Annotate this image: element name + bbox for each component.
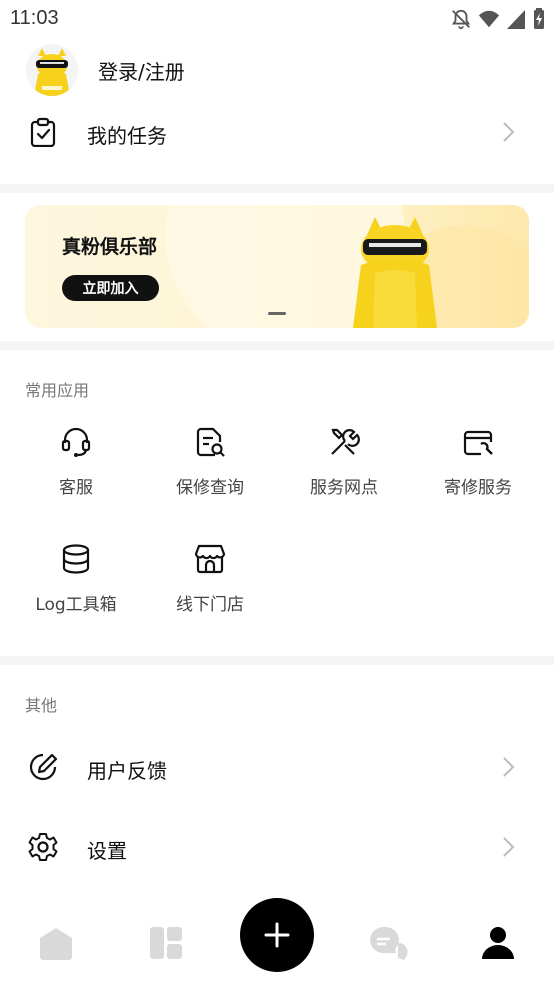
- settings-label: 设置: [87, 839, 127, 863]
- database-icon: [62, 544, 90, 574]
- tools-icon: [331, 428, 360, 455]
- app-label: 寄修服务: [444, 478, 512, 498]
- my-tasks-row[interactable]: 我的任务: [0, 104, 554, 160]
- cat-mascot-illustration: [353, 217, 437, 328]
- app-warranty-check[interactable]: 保修查询: [143, 425, 277, 525]
- app-log-toolbox[interactable]: Log工具箱: [9, 542, 143, 642]
- common-apps-title: 常用应用: [25, 381, 90, 400]
- app-label: 保修查询: [176, 478, 244, 498]
- signal-icon: [507, 10, 525, 29]
- login-register-link[interactable]: 登录/注册: [98, 56, 185, 85]
- status-icons: [450, 8, 546, 30]
- app-offline-stores[interactable]: 线下门店: [143, 542, 277, 642]
- bottom-tab-bar: [0, 885, 554, 986]
- banner-section: 真粉俱乐部 立即加入: [0, 193, 554, 341]
- others-section: 其他 用户反馈 设置: [0, 665, 554, 885]
- banner-decoration: [165, 205, 529, 328]
- club-banner[interactable]: 真粉俱乐部 立即加入: [25, 205, 529, 328]
- gear-icon: [28, 833, 58, 861]
- chat-tab-icon[interactable]: [368, 925, 408, 961]
- add-icon: [264, 922, 290, 948]
- feedback-row[interactable]: 用户反馈: [0, 737, 554, 797]
- app-customer-service[interactable]: 客服: [9, 425, 143, 525]
- home-tab-icon[interactable]: [38, 925, 74, 961]
- banner-title: 真粉俱乐部: [62, 236, 158, 258]
- common-apps-section: 常用应用 客服 保修查询 服务网点 寄修服务 Log工具箱 线下门店: [0, 350, 554, 656]
- status-bar: 11:03: [0, 0, 554, 38]
- headset-icon: [61, 427, 91, 457]
- app-mail-in-repair[interactable]: 寄修服务: [411, 425, 545, 525]
- banner-page-indicator: [268, 312, 286, 315]
- app-label: 客服: [59, 478, 93, 498]
- app-label: 服务网点: [310, 478, 378, 498]
- chevron-right-icon: [503, 757, 515, 777]
- add-button[interactable]: [240, 898, 314, 972]
- edit-icon: [29, 753, 58, 781]
- profile-tab-icon[interactable]: [480, 925, 516, 961]
- profile-card: 登录/注册 我的任务: [0, 38, 554, 184]
- avatar[interactable]: [26, 44, 78, 96]
- my-tasks-label: 我的任务: [87, 124, 167, 148]
- app-label: 线下门店: [176, 595, 244, 615]
- document-search-icon: [196, 427, 225, 457]
- battery-charging-icon: [534, 8, 544, 29]
- app-service-outlets[interactable]: 服务网点: [277, 425, 411, 525]
- cat-mascot-avatar: [34, 48, 70, 96]
- dashboard-tab-icon[interactable]: [148, 925, 184, 961]
- clipboard-check-icon: [30, 117, 56, 147]
- store-icon: [194, 544, 226, 574]
- chevron-right-icon: [503, 837, 515, 857]
- join-now-button[interactable]: 立即加入: [62, 275, 159, 301]
- app-label: Log工具箱: [35, 595, 117, 615]
- feedback-label: 用户反馈: [87, 759, 167, 783]
- notifications-off-icon: [451, 9, 471, 30]
- others-title: 其他: [25, 696, 58, 715]
- box-wrench-icon: [463, 430, 493, 456]
- status-time: 11:03: [10, 7, 59, 29]
- chevron-right-icon: [503, 122, 515, 142]
- wifi-icon: [478, 10, 500, 28]
- settings-row[interactable]: 设置: [0, 817, 554, 877]
